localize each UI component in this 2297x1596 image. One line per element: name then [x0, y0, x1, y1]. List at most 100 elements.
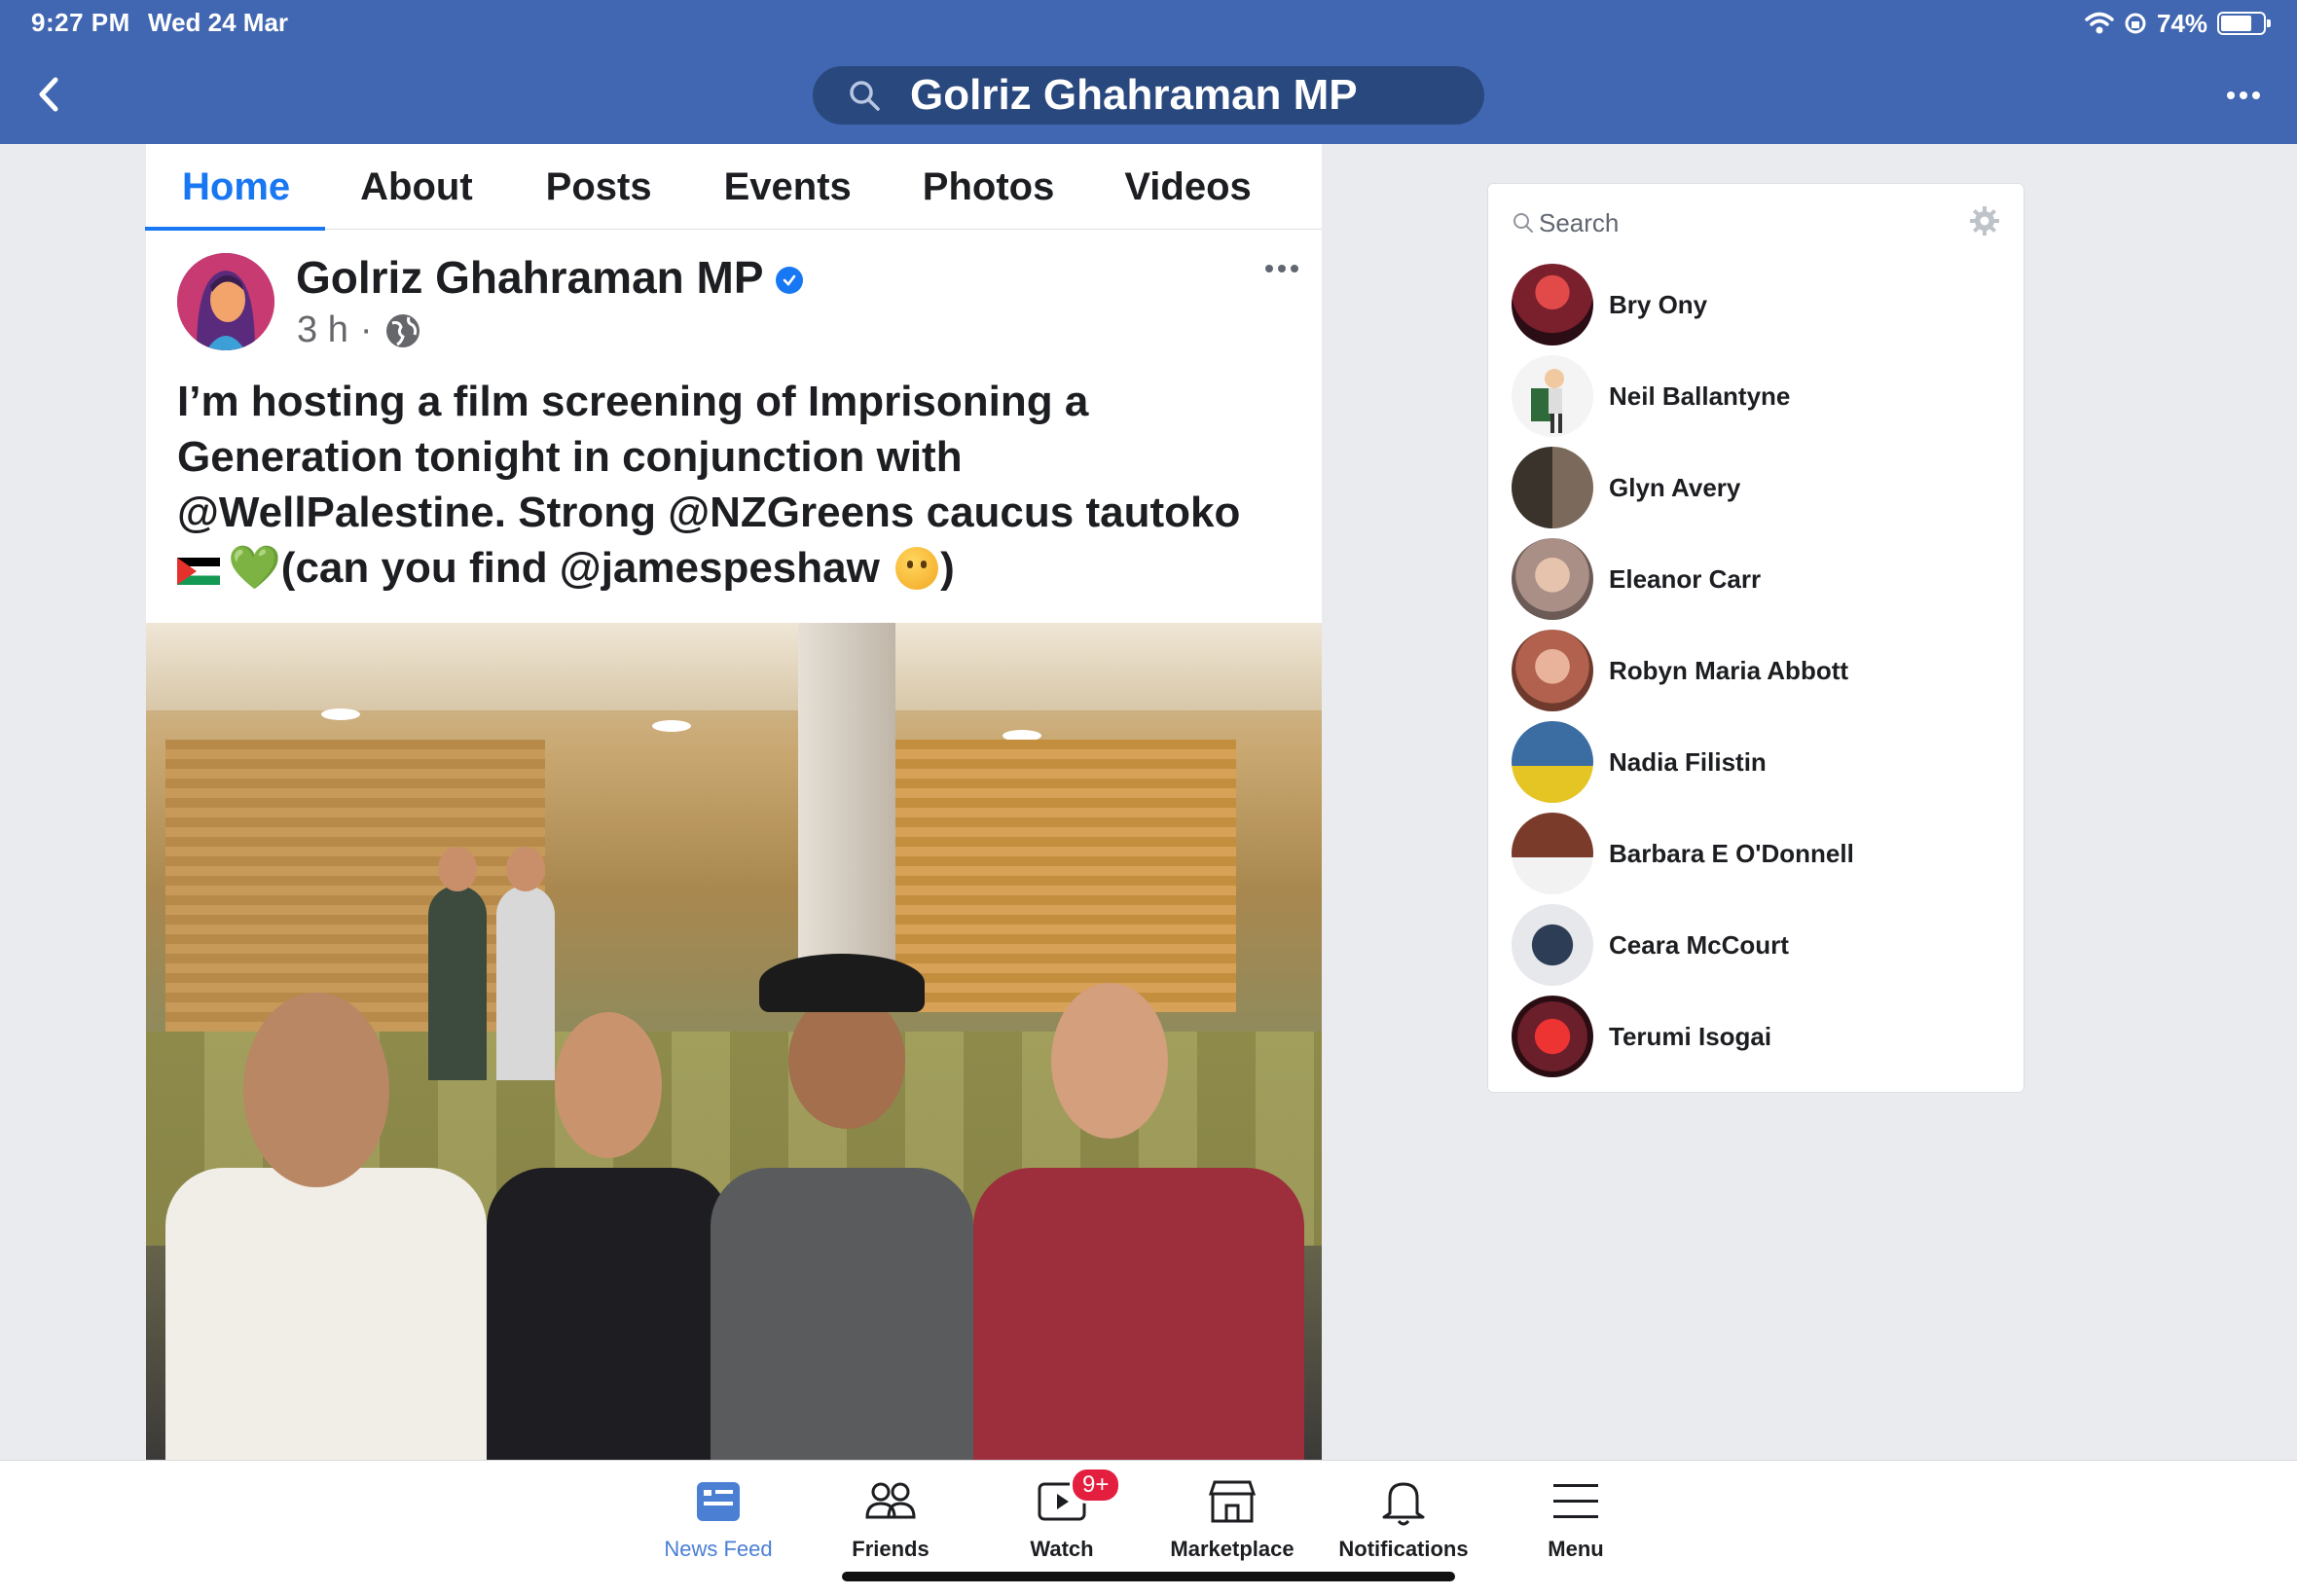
- photo-wall-panel: [895, 740, 1236, 1012]
- post-author[interactable]: Golriz Ghahraman MP: [296, 251, 803, 304]
- post-text-line: 💚(can you find @jamespeshaw ): [177, 540, 1296, 596]
- page-main: Home About Posts Events Photos Videos Go…: [144, 144, 1322, 1460]
- contact-avatar: [1512, 264, 1593, 345]
- nav-news-feed[interactable]: News Feed: [636, 1474, 801, 1572]
- contact-item[interactable]: Barbara E O'Donnell: [1512, 813, 1998, 894]
- chevron-left-icon: [39, 77, 58, 112]
- post-text-line: I’m hosting a film screening of Imprison…: [177, 378, 1089, 425]
- nav-friends[interactable]: Friends: [808, 1474, 973, 1572]
- green-heart-emoji: 💚: [228, 544, 281, 592]
- tab-posts[interactable]: Posts: [546, 144, 652, 230]
- contact-avatar: [1512, 904, 1593, 986]
- battery-level: [2221, 16, 2252, 31]
- post-text-line4-end: ): [940, 544, 955, 592]
- photo-light: [321, 708, 360, 720]
- contact-avatar: [1512, 721, 1593, 803]
- contacts-search-placeholder: Search: [1539, 207, 1620, 237]
- tab-home[interactable]: Home: [144, 144, 326, 231]
- tab-about[interactable]: About: [360, 144, 473, 230]
- battery-percent: 74%: [2156, 8, 2207, 38]
- search-icon: [846, 77, 883, 114]
- photo-person: [496, 886, 555, 1080]
- battery-icon: [2217, 12, 2271, 35]
- orientation-lock-icon: [2125, 13, 2146, 34]
- post-text-line: Generation tonight in conjunction with: [177, 433, 963, 481]
- photo-person: [428, 886, 487, 1080]
- thinking-face-icon: [895, 547, 939, 590]
- verified-badge-icon: [775, 267, 803, 294]
- nav-menu[interactable]: Menu: [1493, 1474, 1659, 1572]
- more-options-button[interactable]: [2219, 78, 2268, 113]
- contact-avatar: [1512, 813, 1593, 894]
- dot: [1291, 265, 1298, 272]
- photo-person: [165, 1168, 487, 1460]
- photo-head: [243, 993, 389, 1187]
- contact-avatar: [1512, 447, 1593, 528]
- dot: [1265, 265, 1273, 272]
- post-author-name[interactable]: Golriz Ghahraman MP: [296, 251, 764, 304]
- status-time: 9:27 PM: [31, 8, 130, 37]
- contacts-search-input[interactable]: Search: [1512, 203, 1619, 242]
- post-options-button[interactable]: [1265, 265, 1298, 272]
- page-search-bar[interactable]: Golriz Ghahraman MP: [813, 66, 1484, 125]
- contact-name: Terumi Isogai: [1609, 1021, 1772, 1051]
- contact-avatar: [1512, 538, 1593, 620]
- back-button[interactable]: [27, 70, 70, 119]
- nav-watch[interactable]: 9+ Watch: [979, 1467, 1145, 1572]
- contact-item[interactable]: Terumi Isogai: [1512, 996, 1998, 1077]
- post-time[interactable]: 3 h: [297, 309, 348, 351]
- contact-item[interactable]: Neil Ballantyne: [1512, 355, 1998, 437]
- photo-pillar: [798, 623, 895, 973]
- globe-icon: [386, 313, 420, 347]
- news-feed-icon: [691, 1474, 746, 1529]
- tab-videos[interactable]: Videos: [1124, 144, 1251, 230]
- nav-notifications[interactable]: Notifications: [1321, 1474, 1486, 1572]
- contact-name: Nadia Filistin: [1609, 746, 1767, 777]
- nav-marketplace[interactable]: Marketplace: [1149, 1474, 1315, 1572]
- contact-name: Robyn Maria Abbott: [1609, 655, 1849, 685]
- contact-item[interactable]: Bry Ony: [1512, 264, 1998, 345]
- search-icon: [1513, 213, 1533, 233]
- bell-icon: [1376, 1474, 1431, 1529]
- photo-person: [711, 1168, 973, 1460]
- gear-icon[interactable]: [1969, 205, 2000, 236]
- marketplace-icon: [1205, 1474, 1259, 1529]
- search-query: Golriz Ghahraman MP: [910, 71, 1358, 119]
- contact-item[interactable]: Robyn Maria Abbott: [1512, 630, 1998, 711]
- status-indicators: 74%: [2085, 6, 2271, 41]
- avatar-illustration: [177, 253, 274, 350]
- wifi-icon: [2085, 12, 2114, 34]
- contact-name: Barbara E O'Donnell: [1609, 838, 1854, 868]
- nav-label: Menu: [1548, 1537, 1604, 1561]
- contact-avatar: [1512, 630, 1593, 711]
- dot: [2227, 91, 2235, 99]
- contact-item[interactable]: Glyn Avery: [1512, 447, 1998, 528]
- photo-ceiling: [146, 623, 1322, 710]
- contact-item[interactable]: Nadia Filistin: [1512, 721, 1998, 803]
- photo-light: [652, 720, 691, 732]
- photo-person: [973, 1168, 1304, 1460]
- menu-icon: [1549, 1474, 1603, 1529]
- tab-events[interactable]: Events: [724, 144, 852, 230]
- dot: [2240, 91, 2247, 99]
- photo-person: [487, 1168, 730, 1460]
- photo-wall-panel: [165, 740, 545, 1032]
- author-avatar[interactable]: [177, 253, 274, 350]
- photo-head: [1051, 983, 1168, 1139]
- meta-separator: ·: [359, 309, 373, 350]
- contacts-panel: Search Bry Ony Neil Ballantyne Glyn Aver…: [1487, 183, 2024, 1093]
- home-indicator[interactable]: [842, 1572, 1455, 1581]
- post-meta: 3 h ·: [297, 309, 422, 351]
- nav-label: Friends: [852, 1537, 930, 1561]
- post-photo[interactable]: [146, 623, 1322, 1460]
- contact-item[interactable]: Ceara McCourt: [1512, 904, 1998, 986]
- top-bar: 9:27 PM Wed 24 Mar 74% Golriz Ghahraman …: [0, 0, 2297, 144]
- nav-label: Watch: [1030, 1537, 1094, 1561]
- page-tabs: Home About Posts Events Photos Videos: [144, 144, 1322, 231]
- tab-photos[interactable]: Photos: [923, 144, 1055, 230]
- contact-item[interactable]: Eleanor Carr: [1512, 538, 1998, 620]
- photo-hat: [759, 954, 925, 1012]
- nav-label: News Feed: [664, 1537, 773, 1561]
- nav-label: Marketplace: [1170, 1537, 1294, 1561]
- post-text: I’m hosting a film screening of Imprison…: [177, 374, 1296, 596]
